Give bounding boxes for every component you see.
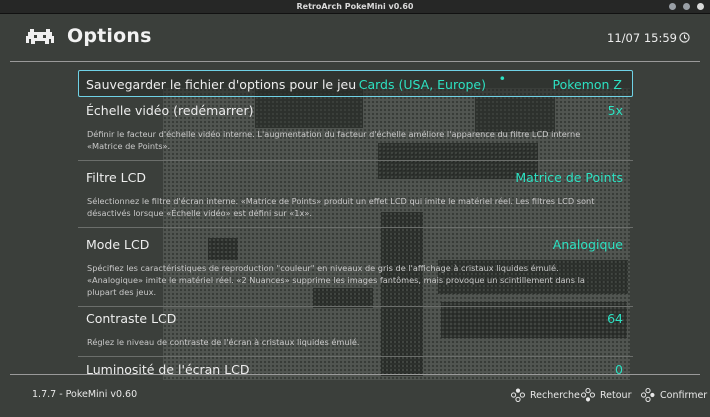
option-value-core: Pokemon Z	[552, 77, 622, 92]
confirm-hint[interactable]: Confirmer	[641, 388, 707, 402]
clock-text: 11/07 15:59	[607, 31, 677, 45]
option-description: Sélectionnez le filtre d'écran interne. …	[87, 196, 595, 218]
window-title: RetroArch PokeMini v0.60	[296, 2, 414, 11]
option-lcd-brightness[interactable]: Luminosité de l'écran LCD 0	[78, 362, 633, 374]
option-description: Spécifiez les caractéristiques de reprod…	[87, 263, 585, 297]
maximize-button[interactable]	[683, 3, 690, 10]
option-label: Contraste LCD	[86, 311, 177, 326]
gamepad-icon	[581, 388, 595, 402]
option-value-separator: •	[498, 71, 506, 86]
header: Options 11/07 15:59	[0, 13, 710, 61]
footer: 1.7.7 - PokeMini v0.60 Recherche Retour …	[0, 375, 710, 417]
option-label: Luminosité de l'écran LCD	[86, 362, 250, 374]
option-label: Filtre LCD	[86, 170, 146, 185]
option-value: 5x	[607, 103, 623, 118]
minimize-button[interactable]	[669, 3, 676, 10]
confirm-hint-label: Confirmer	[660, 389, 708, 401]
option-lcd-filter[interactable]: Filtre LCD Matrice de Points Sélectionne…	[78, 170, 633, 228]
header-divider	[10, 61, 700, 62]
option-value: Matrice de Points	[515, 170, 623, 185]
option-value-content: Cards (USA, Europe)	[358, 77, 486, 92]
option-description: Réglez le niveau de contraste de l'écran…	[87, 337, 360, 347]
close-button[interactable]	[697, 3, 704, 10]
option-lcd-mode[interactable]: Mode LCD Analogique Spécifiez les caract…	[78, 237, 633, 307]
back-hint[interactable]: Retour	[581, 388, 631, 402]
option-save-game-options[interactable]: Sauvegarder le fichier d'options pour le…	[78, 70, 633, 97]
option-divider	[78, 356, 633, 357]
option-value: Analogique	[552, 237, 623, 252]
option-lcd-contrast[interactable]: Contraste LCD 64 Réglez le niveau de con…	[78, 311, 633, 357]
gamepad-icon	[511, 388, 525, 402]
option-video-scale[interactable]: Échelle vidéo (redémarrer) 5x Définir le…	[78, 103, 633, 161]
window-titlebar: RetroArch PokeMini v0.60	[0, 0, 710, 14]
option-divider	[78, 160, 633, 161]
options-list: Sauvegarder le fichier d'options pour le…	[78, 70, 633, 374]
option-divider	[78, 306, 633, 307]
option-label: Sauvegarder le fichier d'options pour le…	[86, 77, 357, 92]
option-description: Définir le facteur d'échelle vidéo inter…	[87, 129, 581, 151]
search-hint-label: Recherche	[530, 389, 580, 401]
page-title: Options	[67, 25, 152, 47]
retroarch-logo-icon	[26, 29, 54, 44]
back-hint-label: Retour	[600, 389, 632, 401]
search-hint[interactable]: Recherche	[511, 388, 580, 402]
gamepad-icon	[641, 388, 655, 402]
option-divider	[78, 227, 633, 228]
option-label: Échelle vidéo (redémarrer)	[86, 103, 254, 118]
version-text: 1.7.7 - PokeMini v0.60	[32, 389, 138, 400]
option-value: 64	[607, 311, 623, 326]
clock-icon	[679, 32, 690, 43]
option-value: 0	[615, 362, 623, 374]
option-label: Mode LCD	[86, 237, 150, 252]
